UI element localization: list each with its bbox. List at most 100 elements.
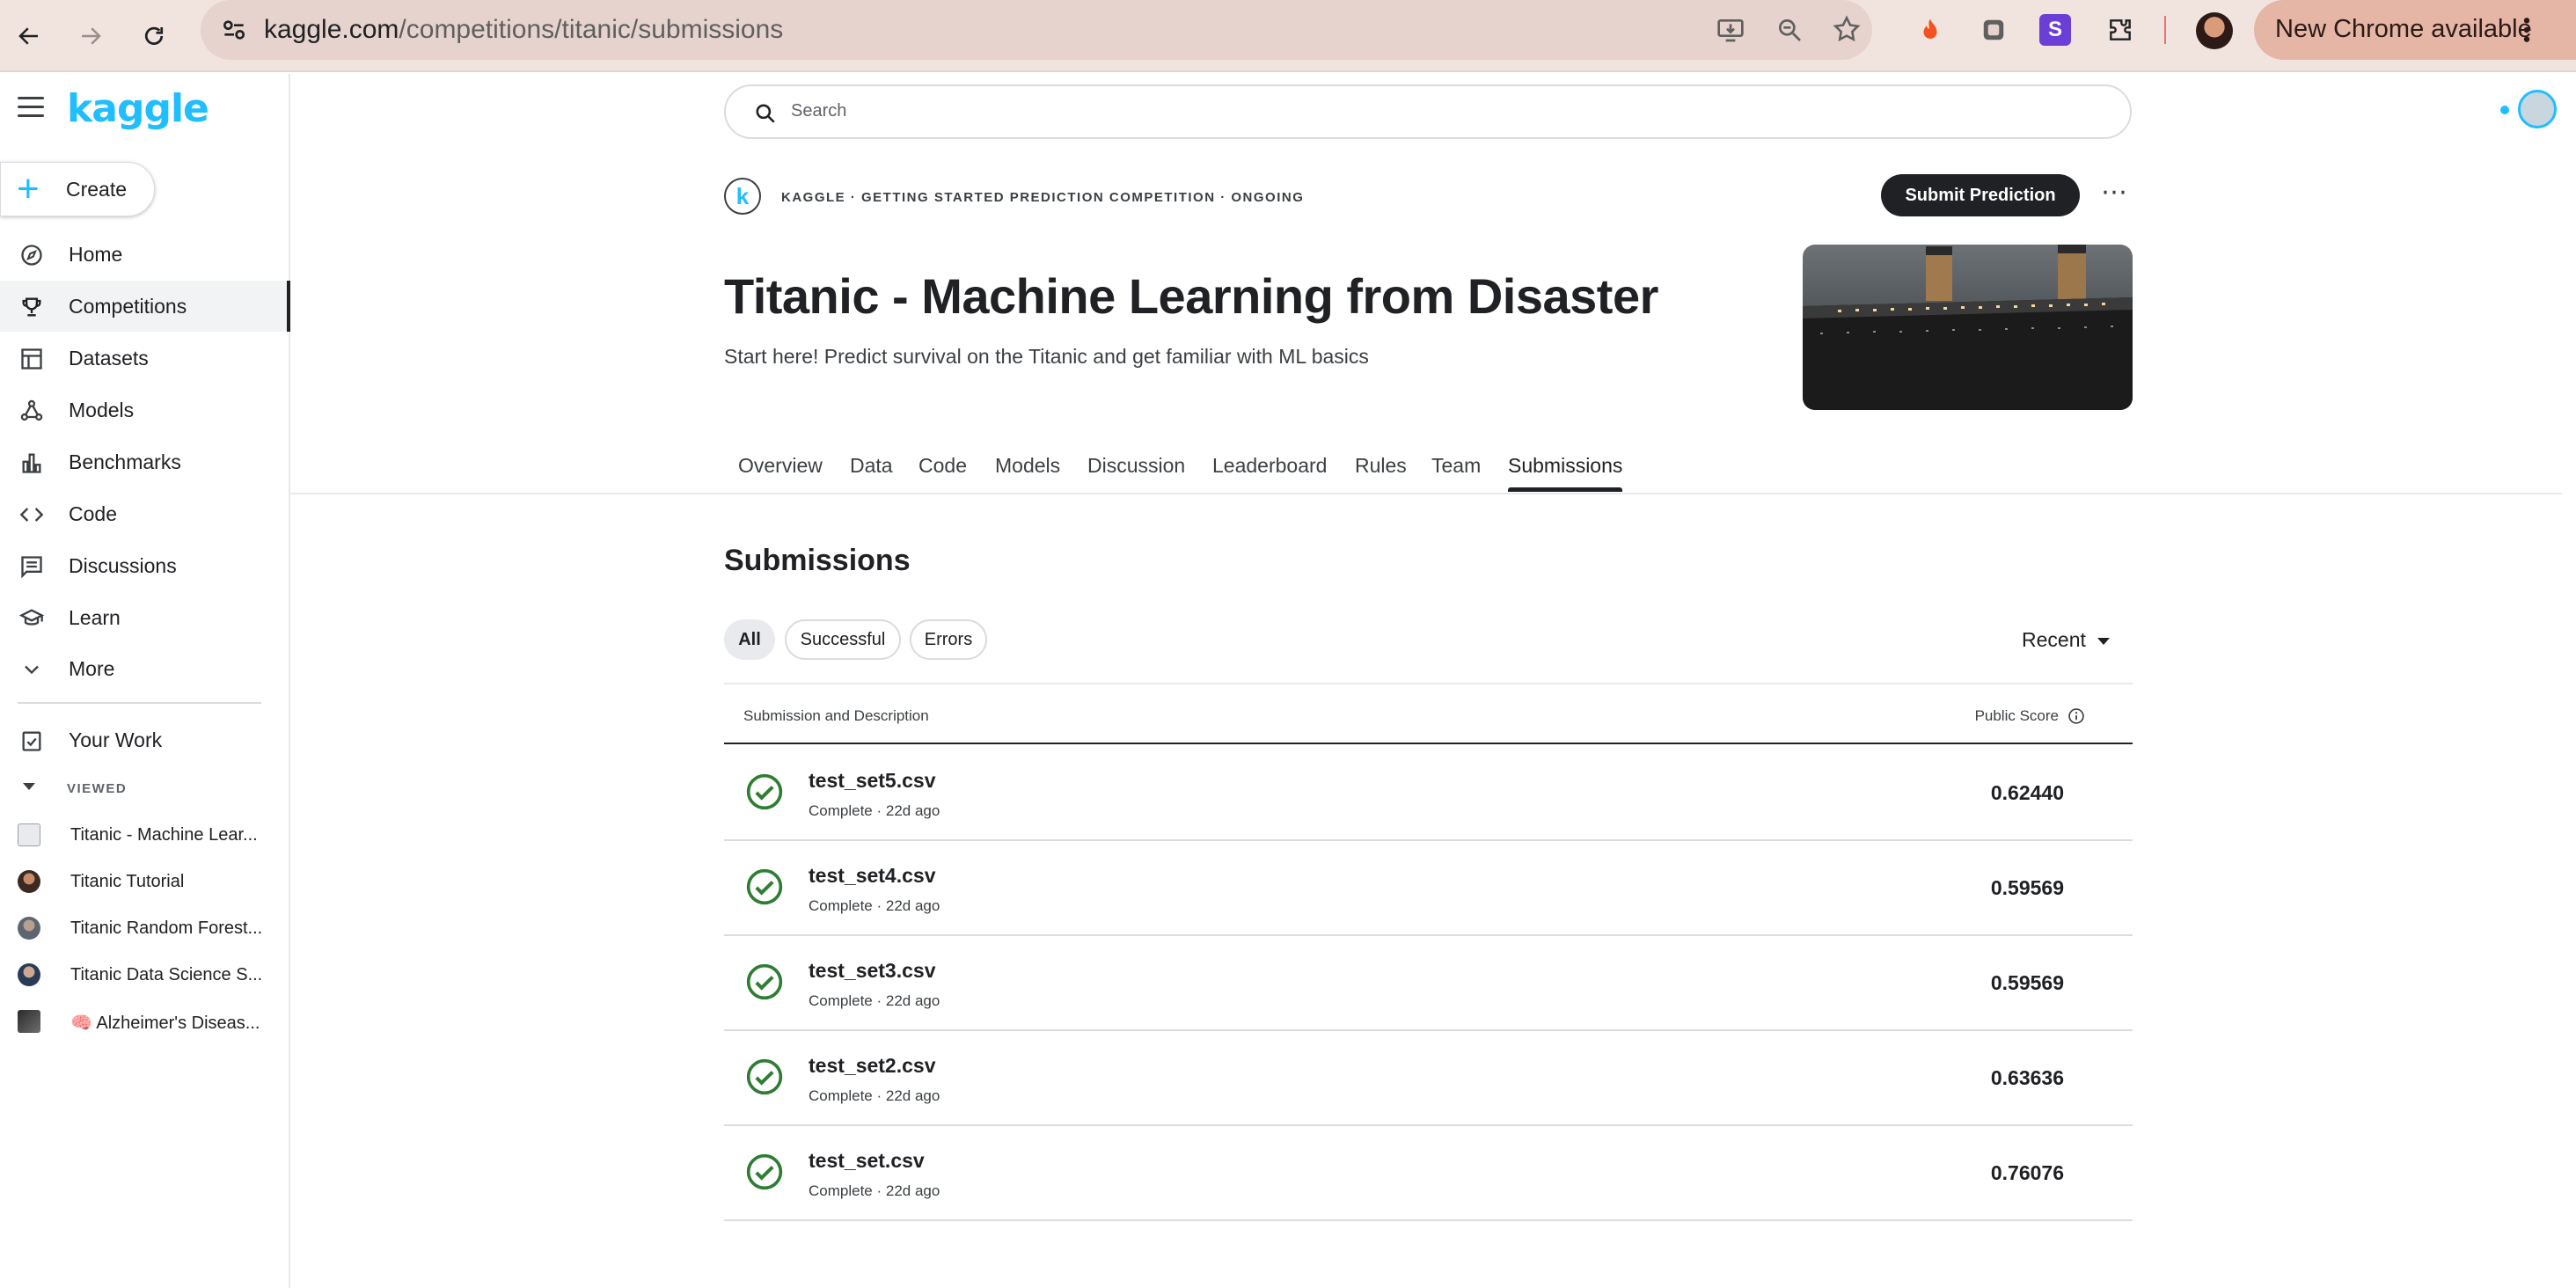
tab-submissions[interactable]: Submissions	[1508, 454, 1622, 478]
submit-prediction-button[interactable]: Submit Prediction	[1881, 174, 2080, 216]
bookmark-star-icon[interactable]	[1832, 14, 1862, 44]
broken-image-icon	[18, 823, 40, 846]
more-options-icon[interactable]: ⋯	[2101, 179, 2127, 211]
viewed-item[interactable]: Titanic - Machine Lear...	[0, 813, 290, 857]
chevron-down-icon	[25, 665, 39, 675]
address-bar[interactable]: kaggle.com/competitions/titanic/submissi…	[201, 0, 1872, 60]
sidebar-item-your-work[interactable]: Your Work	[0, 714, 290, 765]
tab-models[interactable]: Models	[995, 454, 1060, 478]
tab-code[interactable]: Code	[918, 454, 967, 478]
filter-errors-chip[interactable]: Errors	[910, 619, 987, 660]
sidebar-item-code[interactable]: Code	[0, 488, 290, 539]
search-input[interactable]: Search	[724, 84, 2132, 139]
zoom-icon[interactable]	[1775, 16, 1804, 44]
kaggle-logo[interactable]: kaggle	[67, 86, 209, 131]
tab-overview[interactable]: Overview	[738, 454, 823, 478]
page-title: Titanic - Machine Learning from Disaster	[724, 268, 1658, 324]
table-row[interactable]: test_set4.csv Complete · 22d ago 0.59569	[724, 841, 2133, 936]
check-circle-icon	[746, 963, 783, 1000]
sidebar-item-learn[interactable]: Learn	[0, 592, 290, 643]
arrow-left-icon	[18, 27, 38, 45]
sidebar-item-label: Home	[69, 243, 123, 266]
submission-filename[interactable]: test_set4.csv	[809, 864, 936, 888]
caret-down-icon[interactable]	[23, 783, 35, 790]
viewed-item[interactable]: 🧠 Alzheimer's Diseas...	[0, 999, 290, 1043]
column-header-submission: Submission and Description	[743, 707, 929, 724]
tab-discussion[interactable]: Discussion	[1087, 454, 1185, 478]
tab-data[interactable]: Data	[850, 454, 893, 478]
notification-dot	[2500, 106, 2509, 114]
sidebar-item-datasets[interactable]: Datasets	[0, 333, 290, 384]
sidebar-divider	[18, 702, 261, 704]
sidebar-item-label: Models	[69, 399, 135, 421]
fire-extension-icon[interactable]	[1913, 12, 1948, 48]
sort-dropdown[interactable]: Recent	[2022, 628, 2086, 652]
comment-icon	[21, 556, 42, 579]
table-row[interactable]: test_set5.csv Complete · 22d ago 0.62440	[724, 746, 2133, 841]
plus-icon: +	[17, 167, 40, 210]
install-app-icon[interactable]	[1716, 16, 1745, 44]
viewed-item[interactable]: Titanic Random Forest...	[0, 906, 290, 950]
filter-all-chip[interactable]: All	[724, 619, 775, 660]
back-button[interactable]	[7, 14, 51, 58]
sidebar-item-label: Benchmarks	[69, 450, 181, 473]
site-settings-icon[interactable]	[220, 16, 248, 44]
table-row[interactable]: test_set.csv Complete · 22d ago 0.76076	[724, 1126, 2133, 1221]
bar-chart-icon	[22, 453, 41, 473]
viewed-item-label: Titanic - Machine Lear...	[70, 825, 258, 845]
puzzle-icon[interactable]	[2103, 12, 2138, 48]
table-row[interactable]: test_set3.csv Complete · 22d ago 0.59569	[724, 936, 2133, 1031]
viewed-item[interactable]: Titanic Data Science S...	[0, 953, 290, 997]
profile-avatar-icon[interactable]	[2196, 12, 2233, 49]
info-icon[interactable]	[2067, 707, 2085, 725]
check-circle-icon	[746, 1058, 783, 1095]
submission-status: Complete · 22d ago	[809, 802, 940, 819]
create-label: Create	[66, 178, 128, 201]
browser-toolbar: kaggle.com/competitions/titanic/submissi…	[0, 0, 2576, 72]
competition-banner-image	[1803, 245, 2133, 410]
tab-rules[interactable]: Rules	[1355, 454, 1407, 478]
viewed-item[interactable]: Titanic Tutorial	[0, 860, 290, 904]
tab-team[interactable]: Team	[1431, 454, 1481, 478]
tab-leaderboard[interactable]: Leaderboard	[1212, 454, 1327, 478]
submission-filename[interactable]: test_set.csv	[809, 1149, 925, 1173]
submission-filename[interactable]: test_set5.csv	[809, 769, 936, 793]
public-score: 0.59569	[1990, 971, 2064, 994]
submission-status: Complete · 22d ago	[809, 1182, 940, 1199]
sidebar-item-label: More	[69, 657, 115, 680]
sidebar-item-more[interactable]: More	[0, 643, 290, 694]
public-score: 0.59569	[1990, 876, 2064, 899]
create-button[interactable]: + Create	[0, 162, 155, 216]
active-tab-indicator	[1508, 487, 1622, 492]
new-chrome-button[interactable]: New Chrome available	[2254, 0, 2576, 60]
caret-down-icon[interactable]	[2097, 638, 2110, 645]
filter-successful-chip[interactable]: Successful	[785, 619, 901, 660]
sidebar-item-benchmarks[interactable]: Benchmarks	[0, 436, 290, 487]
submission-status: Complete · 22d ago	[809, 992, 940, 1009]
sidebar-item-label: Code	[69, 502, 117, 525]
forward-button[interactable]	[69, 14, 113, 58]
table-row[interactable]: test_set2.csv Complete · 22d ago 0.63636	[724, 1031, 2133, 1126]
avatar	[18, 963, 40, 986]
submission-filename[interactable]: test_set3.csv	[809, 959, 936, 983]
notebook-thumbnail	[18, 1010, 40, 1033]
sidebar-item-discussions[interactable]: Discussions	[0, 540, 290, 591]
sidebar-item-models[interactable]: Models	[0, 384, 290, 435]
sidebar-item-home[interactable]: Home	[0, 229, 290, 280]
check-circle-icon	[746, 1153, 783, 1190]
arrow-right-icon	[82, 27, 101, 45]
public-score: 0.63636	[1990, 1066, 2064, 1089]
your-work-icon	[22, 731, 41, 751]
sidebar-item-label: Learn	[69, 606, 121, 629]
code-icon	[19, 508, 44, 522]
menu-icon[interactable]	[18, 97, 44, 118]
extension-icon[interactable]	[1976, 12, 2011, 48]
sidebar-item-competitions[interactable]: Competitions	[0, 281, 290, 332]
kebab-menu-icon	[2523, 18, 2530, 42]
s-extension-icon[interactable]: S	[2039, 14, 2071, 46]
reload-button[interactable]	[132, 14, 176, 58]
section-title: Submissions	[724, 544, 911, 577]
submission-filename[interactable]: test_set2.csv	[809, 1054, 936, 1078]
user-avatar[interactable]	[2518, 90, 2557, 128]
public-score: 0.76076	[1990, 1161, 2064, 1184]
